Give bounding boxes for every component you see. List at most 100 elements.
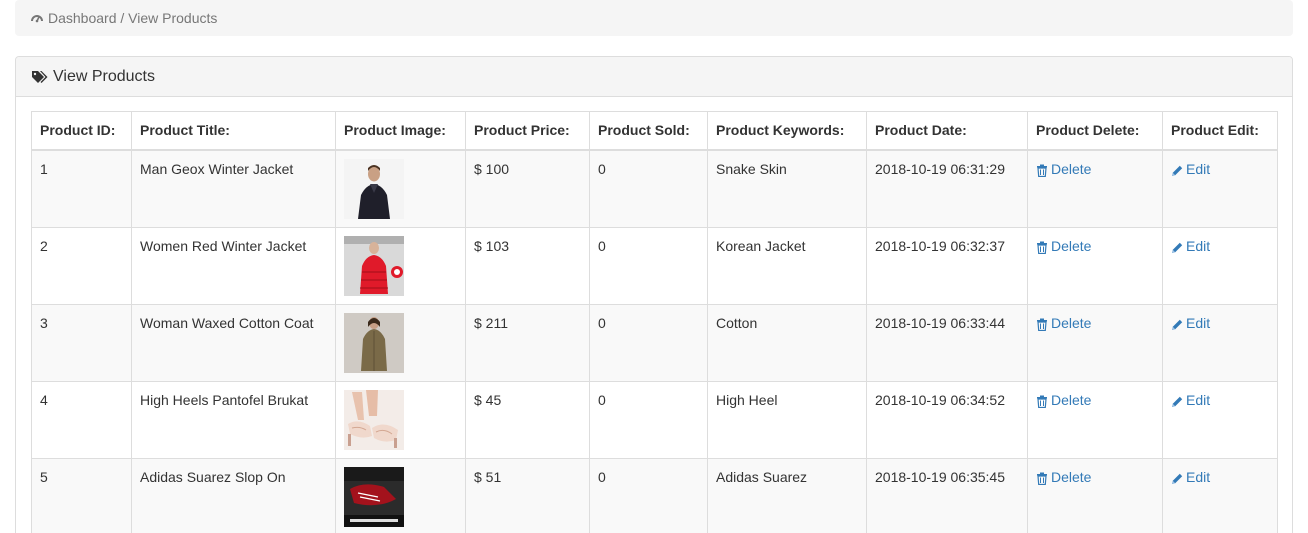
delete-link[interactable]: Delete (1036, 390, 1091, 410)
cell-product-sold: 0 (589, 380, 708, 459)
edit-link[interactable]: Edit (1171, 313, 1210, 333)
cell-product-keywords: High Heel (707, 380, 867, 459)
products-panel: View Products Product ID: Product Title:… (15, 56, 1293, 533)
cell-product-image (335, 380, 466, 459)
cell-product-edit: Edit (1162, 226, 1278, 305)
cell-product-sold: 0 (589, 303, 708, 382)
product-thumbnail (344, 389, 404, 450)
table-row: 1 Man Geox Winter Jacket $ 100 0 Snake S… (31, 149, 1278, 228)
edit-link[interactable]: Edit (1171, 390, 1210, 410)
cell-product-id: 5 (31, 457, 132, 533)
cell-product-id: 3 (31, 303, 132, 382)
cell-product-delete: Delete (1027, 226, 1163, 305)
cell-product-date: 2018-10-19 06:35:45 (866, 457, 1028, 533)
delete-link[interactable]: Delete (1036, 467, 1091, 487)
cell-product-title: Woman Waxed Cotton Coat (131, 303, 336, 382)
delete-label: Delete (1051, 391, 1092, 408)
header-product-image: Product Image: (335, 111, 466, 151)
cell-product-keywords: Korean Jacket (707, 226, 867, 305)
cell-product-title: Adidas Suarez Slop On (131, 457, 336, 533)
pencil-icon (1171, 393, 1183, 407)
cell-product-sold: 0 (589, 457, 708, 533)
cell-product-sold: 0 (589, 226, 708, 305)
product-thumbnail (344, 466, 404, 527)
edit-label: Edit (1186, 314, 1211, 331)
trash-icon (1036, 162, 1048, 178)
cell-product-date: 2018-10-19 06:32:37 (866, 226, 1028, 305)
trash-icon (1036, 393, 1048, 409)
pencil-icon (1171, 239, 1183, 253)
cell-product-keywords: Cotton (707, 303, 867, 382)
cell-product-delete: Delete (1027, 303, 1163, 382)
cell-product-edit: Edit (1162, 380, 1278, 459)
trash-icon (1036, 316, 1048, 332)
cell-product-price: $ 100 (465, 149, 590, 228)
pencil-icon (1171, 162, 1183, 176)
cell-product-date: 2018-10-19 06:33:44 (866, 303, 1028, 382)
product-thumbnail (344, 235, 404, 296)
panel-title: View Products (53, 67, 155, 85)
product-thumbnail (344, 158, 404, 219)
delete-link[interactable]: Delete (1036, 313, 1091, 333)
cell-product-image (335, 303, 466, 382)
cell-product-edit: Edit (1162, 303, 1278, 382)
table-row: 5 Adidas Suarez Slop On $ 51 0 Adidas Su… (31, 457, 1278, 533)
delete-label: Delete (1051, 237, 1092, 254)
cell-product-edit: Edit (1162, 149, 1278, 228)
delete-label: Delete (1051, 160, 1092, 177)
table-row: 4 High Heels Pantofel Brukat $ 45 0 High… (31, 380, 1278, 459)
cell-product-price: $ 45 (465, 380, 590, 459)
cell-product-image (335, 226, 466, 305)
product-thumbnail (344, 312, 404, 373)
header-product-price: Product Price: (465, 111, 590, 151)
edit-label: Edit (1186, 237, 1211, 254)
header-product-edit: Product Edit: (1162, 111, 1278, 151)
cell-product-price: $ 103 (465, 226, 590, 305)
cell-product-id: 1 (31, 149, 132, 228)
cell-product-keywords: Snake Skin (707, 149, 867, 228)
edit-link[interactable]: Edit (1171, 236, 1210, 256)
header-product-id: Product ID: (31, 111, 132, 151)
cell-product-image (335, 457, 466, 533)
cell-product-title: Man Geox Winter Jacket (131, 149, 336, 228)
delete-label: Delete (1051, 468, 1092, 485)
products-table-wrapper: Product ID: Product Title: Product Image… (31, 111, 1278, 533)
cell-product-delete: Delete (1027, 149, 1163, 228)
edit-link[interactable]: Edit (1171, 159, 1210, 179)
breadcrumb-text: Dashboard / View Products (48, 10, 218, 26)
cell-product-title: Women Red Winter Jacket (131, 226, 336, 305)
breadcrumb: Dashboard / View Products (15, 0, 1293, 36)
cell-product-keywords: Adidas Suarez (707, 457, 867, 533)
header-product-delete: Product Delete: (1027, 111, 1163, 151)
cell-product-delete: Delete (1027, 457, 1163, 533)
edit-label: Edit (1186, 160, 1211, 177)
edit-label: Edit (1186, 468, 1211, 485)
header-product-sold: Product Sold: (589, 111, 708, 151)
tags-icon (31, 70, 48, 84)
dashboard-icon (30, 11, 44, 25)
cell-product-price: $ 211 (465, 303, 590, 382)
products-table: Product ID: Product Title: Product Image… (31, 111, 1278, 533)
table-row: 3 Woman Waxed Cotton Coat $ 211 0 Cotton… (31, 303, 1278, 382)
trash-icon (1036, 470, 1048, 486)
delete-link[interactable]: Delete (1036, 236, 1091, 256)
pencil-icon (1171, 470, 1183, 484)
edit-label: Edit (1186, 391, 1211, 408)
cell-product-image (335, 149, 466, 228)
panel-heading: View Products (16, 57, 1292, 97)
delete-link[interactable]: Delete (1036, 159, 1091, 179)
cell-product-price: $ 51 (465, 457, 590, 533)
header-product-title: Product Title: (131, 111, 336, 151)
cell-product-date: 2018-10-19 06:31:29 (866, 149, 1028, 228)
cell-product-id: 4 (31, 380, 132, 459)
cell-product-id: 2 (31, 226, 132, 305)
delete-label: Delete (1051, 314, 1092, 331)
cell-product-edit: Edit (1162, 457, 1278, 533)
pencil-icon (1171, 316, 1183, 330)
cell-product-sold: 0 (589, 149, 708, 228)
header-product-keywords: Product Keywords: (707, 111, 867, 151)
edit-link[interactable]: Edit (1171, 467, 1210, 487)
cell-product-title: High Heels Pantofel Brukat (131, 380, 336, 459)
header-product-date: Product Date: (866, 111, 1028, 151)
table-row: 2 Women Red Winter Jacket $ 103 0 Korean… (31, 226, 1278, 305)
